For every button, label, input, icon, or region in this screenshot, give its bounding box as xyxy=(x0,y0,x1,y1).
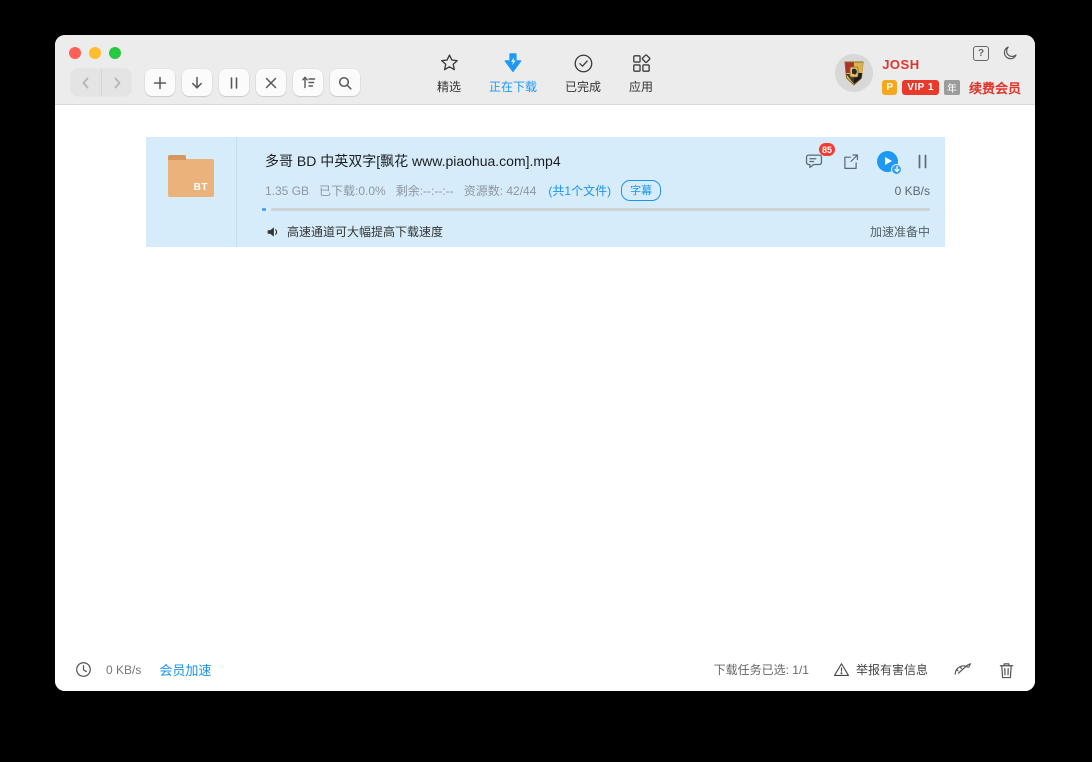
plus-icon xyxy=(152,75,168,91)
toolbar: 精选 正在下载 已完成 应用 ? xyxy=(55,35,1035,105)
add-task-button[interactable] xyxy=(145,69,175,96)
progress-bar xyxy=(262,208,930,211)
close-x-icon xyxy=(263,75,279,91)
task-hint-row: 高速通道可大幅提高下载速度 加速准备中 xyxy=(265,223,930,240)
tab-apps[interactable]: 应用 xyxy=(629,49,653,95)
close-window-button[interactable] xyxy=(69,47,81,59)
nav-history-group xyxy=(71,69,131,96)
renew-membership-link[interactable]: 续费会员 xyxy=(969,78,1021,97)
year-badge: 年 xyxy=(944,80,960,95)
zoom-window-button[interactable] xyxy=(109,47,121,59)
traffic-lights xyxy=(69,47,121,59)
sort-list-button[interactable] xyxy=(293,69,323,96)
comment-count-badge: 85 xyxy=(819,143,835,156)
task-resources: 资源数: 42/44 xyxy=(464,182,537,199)
report-label: 举报有害信息 xyxy=(856,661,928,678)
desktop-background: 精选 正在下载 已完成 应用 ? xyxy=(0,0,1092,762)
speed-channel-hint[interactable]: 高速通道可大幅提高下载速度 xyxy=(265,223,443,240)
start-download-button[interactable] xyxy=(182,69,212,96)
task-action-icons: 85 xyxy=(804,151,930,172)
subtitle-badge[interactable]: 字幕 xyxy=(621,180,661,201)
main-tabs: 精选 正在下载 已完成 应用 xyxy=(437,49,653,95)
acceleration-status: 加速准备中 xyxy=(870,223,930,240)
status-bar: 0 KB/s 会员加速 下载任务已选: 1/1 举报有害信息 xyxy=(55,648,1035,691)
check-circle-icon xyxy=(572,49,595,75)
progress-track xyxy=(271,208,930,211)
username[interactable]: JOSH xyxy=(882,57,1021,72)
file-count-link[interactable]: (共1个文件) xyxy=(548,182,611,199)
progress-fill xyxy=(262,208,266,211)
clock-icon xyxy=(75,661,92,678)
speed-test-gauge-icon[interactable] xyxy=(952,660,974,679)
app-grid-icon xyxy=(630,49,653,75)
play-while-download-button[interactable] xyxy=(877,151,898,172)
sort-list-icon xyxy=(300,74,317,91)
task-remaining: 剩余:--:--:-- xyxy=(396,182,454,199)
star-icon xyxy=(437,49,460,75)
vip-badge: VIP 1 xyxy=(902,80,939,95)
p-badge: P xyxy=(882,80,897,95)
tab-completed[interactable]: 已完成 xyxy=(565,49,601,95)
report-harmful-button[interactable]: 举报有害信息 xyxy=(833,661,928,678)
chevron-left-icon xyxy=(78,75,94,91)
tab-label: 应用 xyxy=(629,78,653,95)
search-button[interactable] xyxy=(330,69,360,96)
statusbar-right: 下载任务已选: 1/1 举报有害信息 xyxy=(714,660,1015,679)
minimize-window-button[interactable] xyxy=(89,47,101,59)
app-window: 精选 正在下载 已完成 应用 ? xyxy=(55,35,1035,691)
pause-task-row-button[interactable] xyxy=(915,153,930,170)
download-list: BT 多哥 BD 中英双字[飘花 www.piaohua.com].mp4 85 xyxy=(55,106,1035,648)
task-icon-column: BT xyxy=(146,137,237,247)
tab-label: 已完成 xyxy=(565,78,601,95)
chevron-right-icon xyxy=(109,75,125,91)
speaker-icon xyxy=(265,224,281,240)
task-action-buttons xyxy=(145,69,360,96)
tab-label: 正在下载 xyxy=(489,78,537,95)
member-boost-link[interactable]: 会员加速 xyxy=(159,660,211,679)
bt-label: BT xyxy=(194,182,208,193)
task-size: 1.35 GB xyxy=(265,184,309,198)
trash-icon[interactable] xyxy=(998,661,1015,679)
warning-triangle-icon xyxy=(833,661,850,678)
account-panel[interactable]: JOSH P VIP 1 年 续费会员 xyxy=(835,54,1021,97)
task-details: 1.35 GB 已下载:0.0% 剩余:--:--:-- 资源数: 42/44 … xyxy=(265,180,930,201)
mini-download-badge-icon xyxy=(891,164,902,175)
tab-downloading[interactable]: 正在下载 xyxy=(489,49,537,95)
global-speed: 0 KB/s xyxy=(106,663,141,677)
statusbar-left: 0 KB/s 会员加速 xyxy=(75,660,211,679)
forward-button[interactable] xyxy=(101,69,131,96)
tab-label: 精选 xyxy=(437,78,461,95)
task-speed: 0 KB/s xyxy=(895,184,930,198)
download-lightning-icon xyxy=(501,49,525,75)
open-folder-button[interactable] xyxy=(841,152,860,171)
hint-text: 高速通道可大幅提高下载速度 xyxy=(287,223,443,240)
search-icon xyxy=(337,75,353,91)
task-downloaded: 已下载:0.0% xyxy=(319,182,386,199)
bt-folder-icon: BT xyxy=(168,159,214,197)
download-task-row[interactable]: BT 多哥 BD 中英双字[飘花 www.piaohua.com].mp4 85 xyxy=(146,137,945,247)
membership-badges: P VIP 1 年 续费会员 xyxy=(882,78,1021,97)
comments-button[interactable]: 85 xyxy=(804,151,824,171)
pause-task-button[interactable] xyxy=(219,69,249,96)
user-avatar[interactable] xyxy=(835,54,873,92)
arrow-down-icon xyxy=(189,75,205,91)
delete-task-button[interactable] xyxy=(256,69,286,96)
task-filename: 多哥 BD 中英双字[飘花 www.piaohua.com].mp4 xyxy=(265,151,561,171)
selected-tasks-count: 下载任务已选: 1/1 xyxy=(714,661,809,678)
tab-featured[interactable]: 精选 xyxy=(437,49,461,95)
back-button[interactable] xyxy=(71,69,101,96)
pause-icon xyxy=(226,75,242,91)
task-main: 多哥 BD 中英双字[飘花 www.piaohua.com].mp4 85 xyxy=(237,137,945,247)
account-info: JOSH P VIP 1 年 续费会员 xyxy=(882,54,1021,97)
